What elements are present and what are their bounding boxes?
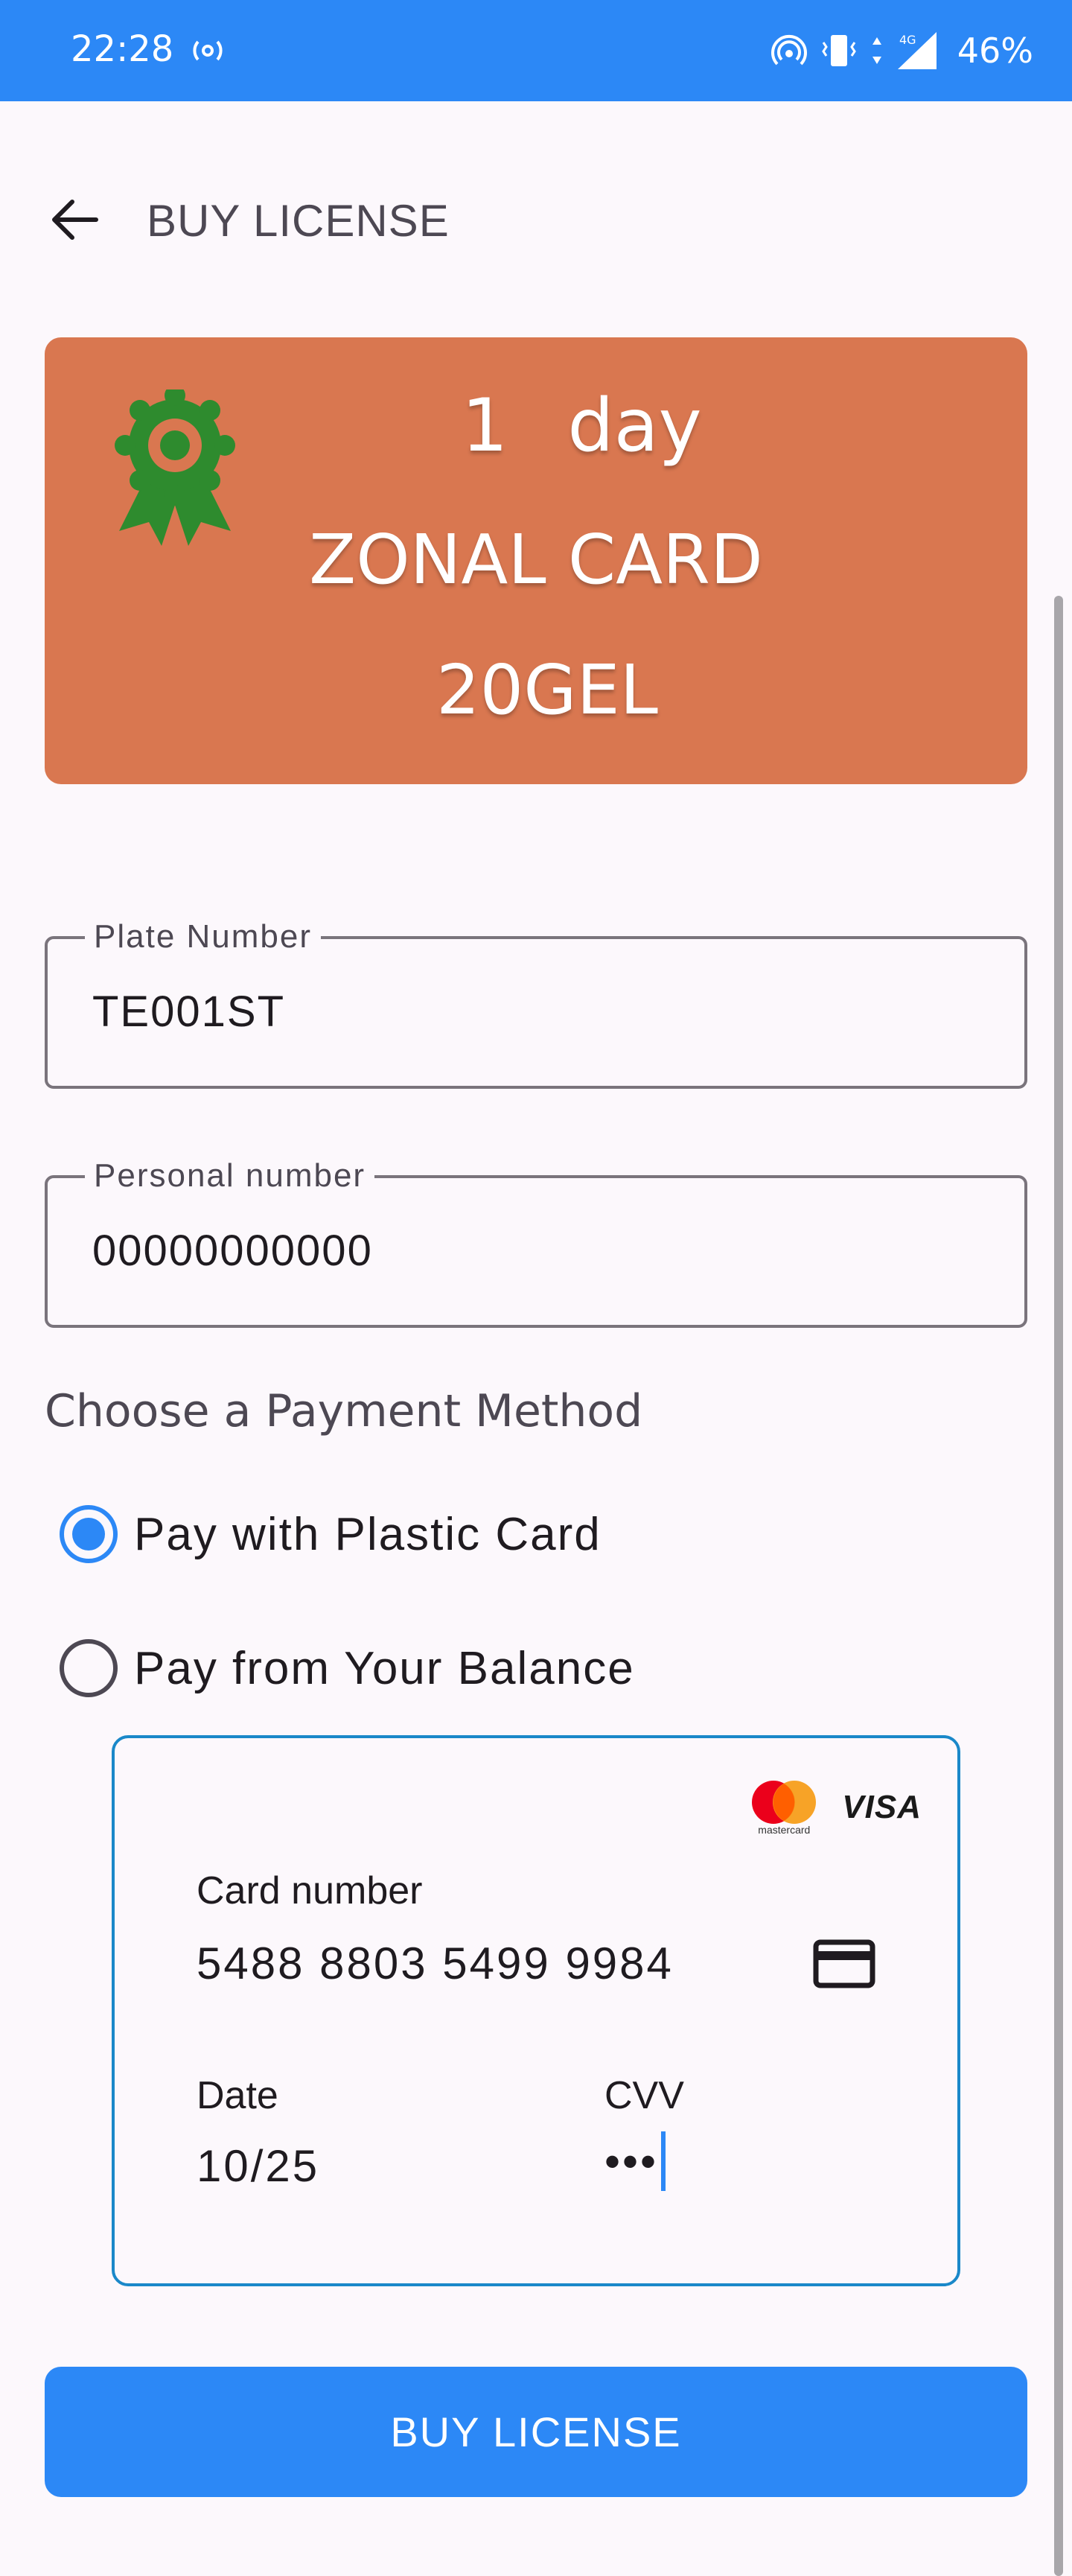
page-title: BUY LICENSE <box>147 196 450 246</box>
payment-option-plastic-card[interactable]: Pay with Plastic Card <box>60 1497 602 1571</box>
vibrate-icon <box>821 35 856 66</box>
cvv-value: ••• <box>604 2136 659 2187</box>
license-duration-unit: day <box>567 384 702 468</box>
arrow-left-icon <box>52 200 98 240</box>
mastercard-icon <box>752 1781 817 1824</box>
cvv-label: CVV <box>604 2074 684 2117</box>
card-number-input[interactable]: 5488 8803 5499 9984 <box>197 1938 674 1989</box>
text-cursor <box>661 2131 666 2191</box>
plate-number-field[interactable]: Plate Number TE001ST <box>45 918 1027 1089</box>
signal-icon: 4G <box>897 32 937 69</box>
status-icons: 4G 46% <box>770 27 1033 74</box>
card-brand-logos: mastercard VISA <box>748 1779 922 1836</box>
status-bar: 22:28 4G 46% <box>0 0 1072 101</box>
payment-method-title: Choose a Payment Method <box>45 1385 643 1437</box>
date-input[interactable]: 10/25 <box>197 2140 319 2192</box>
plate-number-value[interactable]: TE001ST <box>92 987 285 1037</box>
radio-button-unchecked[interactable] <box>60 1639 118 1697</box>
date-label: Date <box>197 2074 278 2117</box>
personal-number-value[interactable]: 00000000000 <box>92 1226 373 1276</box>
buy-license-button[interactable]: BUY LICENSE <box>45 2367 1027 2497</box>
hotspot-icon <box>193 40 223 61</box>
mastercard-logo: mastercard <box>748 1779 820 1836</box>
payment-option-label: Pay from Your Balance <box>134 1642 635 1694</box>
battery-level: 46% <box>957 31 1033 71</box>
card-details-form: mastercard VISA Card number 5488 8803 54… <box>112 1735 960 2286</box>
license-price: 20GEL <box>436 650 658 730</box>
license-name: ZONAL CARD <box>309 520 763 600</box>
credit-card-icon <box>813 1939 875 1988</box>
hotspot-icon <box>770 34 807 66</box>
mastercard-text: mastercard <box>758 1824 811 1836</box>
scrollbar[interactable] <box>1054 596 1063 2576</box>
status-time: 22:28 <box>71 28 174 70</box>
personal-number-field[interactable]: Personal number 00000000000 <box>45 1157 1027 1328</box>
cvv-input[interactable]: ••• <box>604 2131 666 2191</box>
radio-button-checked[interactable] <box>60 1505 118 1563</box>
back-button[interactable] <box>45 190 104 249</box>
data-arrows-icon <box>872 37 881 64</box>
license-duration-value: 1 <box>462 384 508 468</box>
plate-number-label: Plate Number <box>85 918 322 955</box>
license-duration: 1 day <box>462 384 849 468</box>
card-number-label: Card number <box>197 1869 423 1912</box>
personal-number-label: Personal number <box>85 1157 375 1195</box>
payment-option-label: Pay with Plastic Card <box>134 1508 602 1560</box>
visa-logo: VISA <box>842 1789 922 1825</box>
payment-option-balance[interactable]: Pay from Your Balance <box>60 1631 635 1705</box>
svg-text:4G: 4G <box>899 33 916 47</box>
license-card: 1 day ZONAL CARD 20GEL <box>45 337 1027 784</box>
